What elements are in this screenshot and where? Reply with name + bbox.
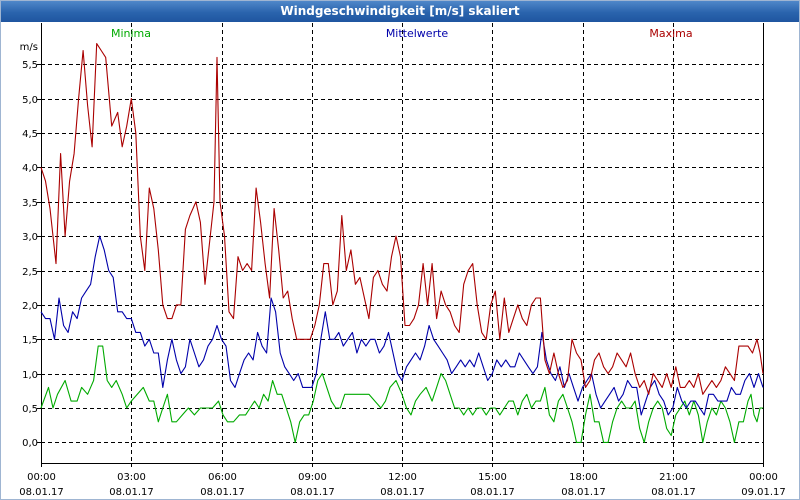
x-tick-label-date: 08.01.17 xyxy=(470,487,515,498)
x-tick-label-time: 15:00 xyxy=(478,472,507,483)
x-tick-label-time: 03:00 xyxy=(117,472,146,483)
x-tick-label-time: 12:00 xyxy=(388,472,417,483)
x-tick-label-date: 08.01.17 xyxy=(19,487,64,498)
x-tick-label-date: 08.01.17 xyxy=(380,487,425,498)
y-tick-label: 4,0 xyxy=(22,163,38,174)
x-tick-label-date: 09.01.17 xyxy=(741,487,786,498)
y-tick-label: 1,5 xyxy=(22,335,38,346)
y-tick-label: 2,5 xyxy=(22,267,38,278)
y-tick-label: 5,5 xyxy=(22,60,38,71)
x-tick-label-date: 08.01.17 xyxy=(109,487,154,498)
y-axis: 0,0 0,5 1,0 1,5 2,0 2,5 3,0 3,5 4,0 4,5 5,0 5,5 m/s xyxy=(20,23,42,463)
y-axis-unit-label: m/s xyxy=(20,42,38,53)
y-tick-label: 2,0 xyxy=(22,301,38,312)
y-tick-label: 0,0 xyxy=(22,438,38,449)
y-tick-label: 3,5 xyxy=(22,198,38,209)
x-tick-label-time: 09:00 xyxy=(298,472,327,483)
x-tick-label-date: 08.01.17 xyxy=(290,487,335,498)
x-tick-label-time: 06:00 xyxy=(208,472,237,483)
x-tick-label-date: 08.01.17 xyxy=(561,487,606,498)
legend-item-minima: Minima xyxy=(111,27,151,40)
legend-item-maxima: Maxima xyxy=(649,27,692,40)
y-tick-label: 3,0 xyxy=(22,232,38,243)
y-tick-label: 1,0 xyxy=(22,370,38,381)
legend-item-mittelwerte: Mittelwerte xyxy=(386,27,449,40)
x-tick-label-time: 00:00 xyxy=(27,472,56,483)
y-tick-label: 5,0 xyxy=(22,95,38,106)
y-tick-label: 0,5 xyxy=(22,404,38,415)
y-tick-label: 4,5 xyxy=(22,129,38,140)
x-tick-label-time: 18:00 xyxy=(569,472,598,483)
x-tick-label-time: 00:00 xyxy=(749,472,778,483)
x-tick-label-date: 08.01.17 xyxy=(651,487,696,498)
chart-window: Windgeschwindigkeit [m/s] skaliert 0,0 0,… xyxy=(0,0,800,500)
x-tick-label-time: 21:00 xyxy=(659,472,688,483)
wind-speed-chart: 0,00,51,01,52,02,53,03,54,04,55,05,5m/s … xyxy=(19,23,786,498)
x-tick-label-date: 08.01.17 xyxy=(200,487,245,498)
